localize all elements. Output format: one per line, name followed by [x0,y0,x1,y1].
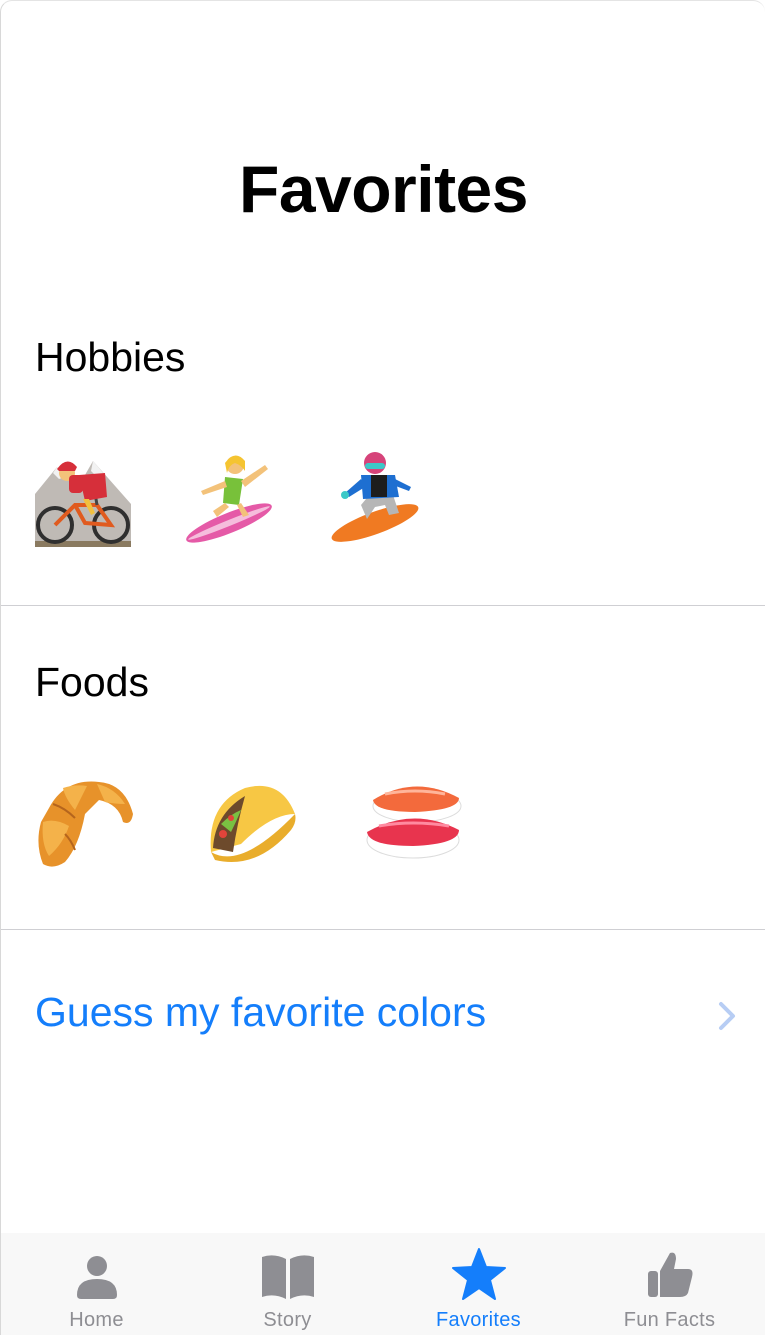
tab-home-label: Home [69,1309,124,1331]
person-icon [77,1256,117,1299]
tab-favorites[interactable]: Favorites [383,1233,574,1335]
tab-fun-facts[interactable]: Fun Facts [574,1233,765,1335]
tab-favorites-label: Favorites [436,1309,521,1331]
section-divider [1,929,765,930]
sushi-icon [365,774,465,874]
chevron-right-icon [719,1002,735,1030]
tab-fun-facts-label: Fun Facts [623,1309,716,1331]
guess-favorite-colors-label: Guess my favorite colors [35,989,487,1035]
guess-favorite-colors-row[interactable]: Guess my favorite colors [1,971,765,1061]
croissant-icon [35,774,135,874]
taco-icon [201,774,301,874]
tab-story-label: Story [263,1309,312,1331]
page-title: Favorites [239,152,528,226]
snowboarder-icon [331,449,431,549]
hobbies-section-title: Hobbies [35,334,186,380]
star-icon [452,1248,506,1300]
foods-section-title: Foods [35,659,149,705]
tab-bar: Home Story Favorites Fun Facts [1,1233,765,1335]
tab-story[interactable]: Story [192,1233,383,1335]
favorites-screen: Favorites Hobbies Foods Guess my favorit… [0,0,765,1335]
thumbs-up-icon [648,1252,693,1297]
book-icon [262,1255,314,1299]
tab-home[interactable]: Home [1,1233,192,1335]
woman-mountain-biking-icon [35,449,135,549]
section-divider [1,605,765,606]
woman-surfing-icon [185,449,285,549]
